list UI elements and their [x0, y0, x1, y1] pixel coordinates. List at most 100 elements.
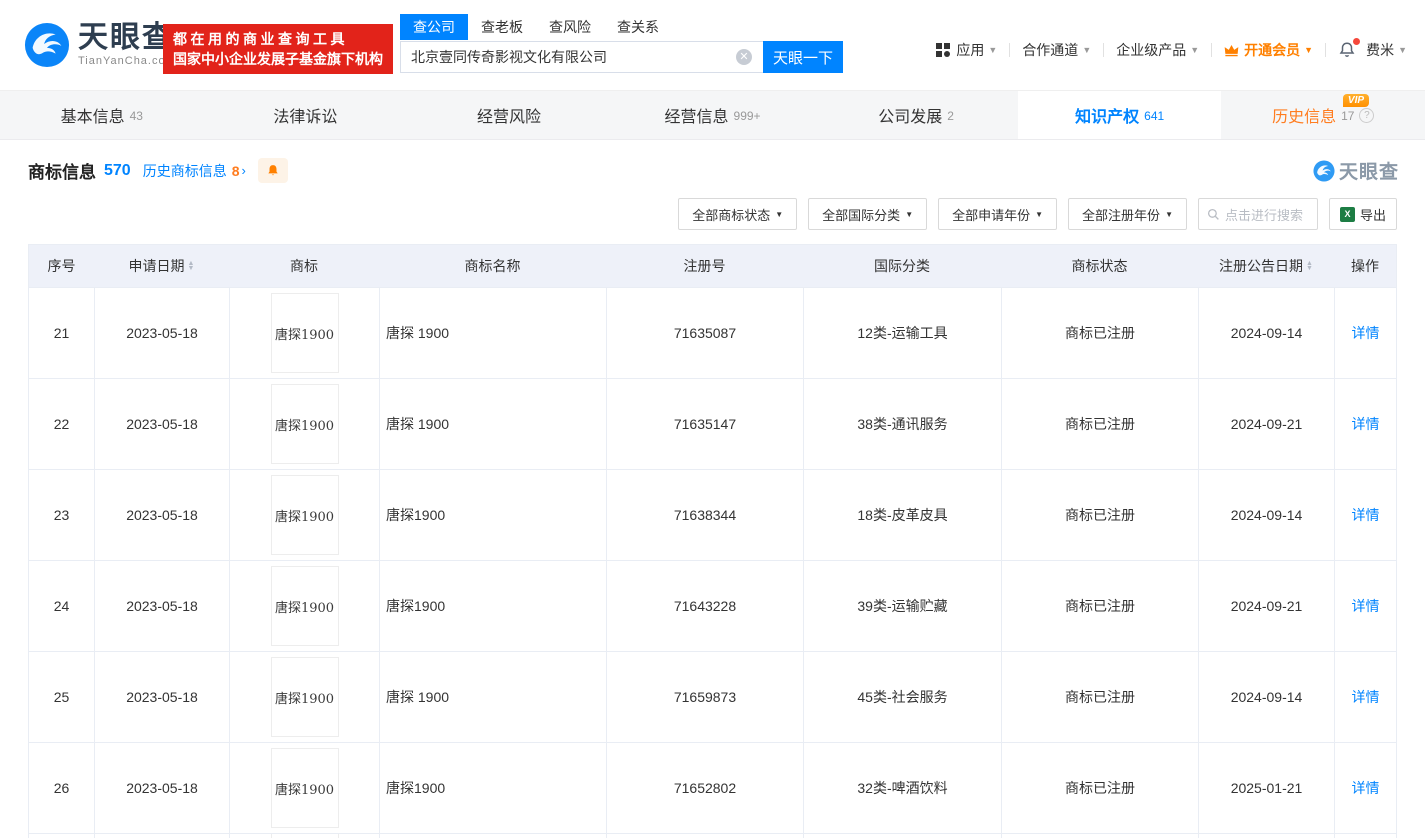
cell-pub-date: 2024-09-21: [1198, 561, 1334, 651]
monitor-bell-button[interactable]: [257, 158, 288, 183]
trademark-image[interactable]: 唐探1900: [270, 384, 339, 464]
trademark-image[interactable]: 唐探1900: [270, 657, 339, 737]
table-search-box[interactable]: 点击进行搜索: [1197, 198, 1318, 230]
menu-enterprise[interactable]: 企业级产品 ▼: [1116, 40, 1199, 60]
search-tab-risk[interactable]: 查风险: [536, 14, 604, 40]
filter-apply-year[interactable]: 全部申请年份 ▼: [938, 198, 1058, 230]
filter-toolbar: 全部商标状态 ▼ 全部国际分类 ▼ 全部申请年份 ▼ 全部注册年份 ▼ 点击进行…: [0, 194, 1425, 244]
col-reg-no: 注册号: [683, 258, 726, 274]
chevron-down-icon: ▼: [1165, 209, 1173, 219]
search-tab-relation[interactable]: 查关系: [604, 14, 672, 40]
cell-apply-date: 2023-05-18: [94, 561, 229, 651]
cell-index: 24: [53, 598, 70, 614]
cell-action: 详情: [1334, 743, 1396, 833]
trademark-image[interactable]: 唐探1900: [270, 475, 339, 555]
filter-label: 全部国际分类: [822, 207, 901, 223]
cell-mark-name: 唐探 1900: [379, 379, 606, 469]
tab-company-development[interactable]: 公司发展 2: [814, 91, 1018, 139]
chevron-down-icon: ▼: [1398, 45, 1407, 55]
search-tab-boss[interactable]: 查老板: [468, 14, 536, 40]
menu-vip-label: 开通会员: [1244, 42, 1301, 58]
export-button[interactable]: X 导出: [1328, 198, 1397, 230]
detail-link[interactable]: 详情: [1352, 505, 1380, 525]
tab-label: 法律诉讼: [273, 109, 338, 126]
tab-label: 经营风险: [476, 109, 541, 126]
trademark-image[interactable]: 唐探1900: [270, 566, 339, 646]
vip-badge: VIP: [1342, 94, 1370, 107]
cell-apply-date: 2023-05-18: [94, 288, 229, 378]
cell-action: 详情: [1334, 288, 1396, 378]
tab-count: 641: [1144, 109, 1165, 123]
logo-text: 天眼查 TianYanCha.com: [78, 23, 176, 68]
sort-icon[interactable]: ▲ ▼: [188, 260, 195, 272]
tab-basic-info[interactable]: 基本信息 43: [0, 91, 204, 139]
tab-legal-proceedings[interactable]: 法律诉讼: [204, 91, 408, 139]
filter-label: 全部商标状态: [692, 207, 771, 223]
tab-count: 17: [1341, 109, 1355, 123]
company-nav-tabs: 基本信息 43 法律诉讼 经营风险 经营信息 999+ 公司发展 2 知识产权 …: [0, 90, 1425, 140]
menu-divider: [1103, 43, 1105, 57]
tab-operation-info[interactable]: 经营信息 999+: [611, 91, 815, 139]
cell-reg-no: 71635087: [606, 288, 803, 378]
chevron-down-icon: ▼: [775, 209, 784, 219]
cell-apply-date: 2023-05-18: [94, 470, 229, 560]
col-apply-date[interactable]: 申请日期 ▲ ▼: [94, 245, 229, 287]
filter-intl-class[interactable]: 全部国际分类 ▼: [808, 198, 928, 230]
menu-partner[interactable]: 合作通道 ▼: [1022, 40, 1091, 60]
section-title: 商标信息: [28, 163, 96, 182]
cell-action: 详情: [1334, 470, 1396, 560]
chevron-down-icon: ▼: [1304, 45, 1314, 55]
detail-link[interactable]: 详情: [1352, 778, 1380, 798]
clear-search-icon[interactable]: ✕: [736, 49, 752, 65]
export-label: 导出: [1359, 207, 1386, 223]
tab-label: 知识产权: [1075, 109, 1140, 126]
menu-partner-label: 合作通道: [1022, 42, 1079, 58]
cell-status: 商标已注册: [1001, 561, 1198, 651]
cell-mark-name: 唐探1900: [379, 561, 606, 651]
table-row-partial: [29, 833, 1396, 838]
cell-apply-date: 2023-05-18: [94, 379, 229, 469]
cell-pub-date: 2024-09-14: [1198, 288, 1334, 378]
history-trademark-link[interactable]: 历史商标信息 8 ›: [143, 161, 246, 181]
cell-pub-date: 2024-09-21: [1198, 379, 1334, 469]
trademark-image[interactable]: 唐探1900: [270, 748, 339, 828]
tab-intellectual-property[interactable]: 知识产权 641: [1017, 91, 1222, 139]
detail-link[interactable]: 详情: [1352, 687, 1380, 707]
filter-trademark-status[interactable]: 全部商标状态 ▼: [678, 198, 798, 230]
cell-index: 25: [53, 689, 70, 705]
user-name: 费米: [1366, 42, 1395, 58]
filter-register-year[interactable]: 全部注册年份 ▼: [1068, 198, 1187, 230]
sort-icon[interactable]: ▲ ▼: [1306, 260, 1313, 272]
detail-link[interactable]: 详情: [1352, 414, 1380, 434]
tianyancha-logo[interactable]: 天眼查 TianYanCha.com: [24, 22, 176, 68]
table-header-row: 序号 申请日期 ▲ ▼ 商标 商标名称 注册号 国际分类 商标状态 注册公告日期 …: [29, 245, 1396, 287]
cell-index: 23: [53, 507, 70, 523]
notification-bell-icon[interactable]: [1338, 38, 1361, 59]
search-button[interactable]: 天眼一下: [763, 41, 843, 73]
menu-apps[interactable]: 应用 ▼: [936, 40, 997, 60]
search-placeholder: 点击进行搜索: [1224, 207, 1303, 223]
menu-open-vip[interactable]: 开通会员 ▼: [1224, 40, 1313, 60]
filter-label: 全部注册年份: [1082, 207, 1161, 223]
detail-link[interactable]: 详情: [1352, 323, 1380, 343]
crown-icon: [1224, 44, 1239, 57]
trademark-image[interactable]: [270, 834, 339, 838]
help-question-icon[interactable]: ?: [1359, 107, 1375, 123]
tab-history-info[interactable]: VIP 历史信息 17 ?: [1221, 91, 1425, 139]
search-tab-company[interactable]: 查公司: [400, 14, 468, 40]
slogan-line1: 都在用的商业查询工具: [173, 31, 348, 47]
col-index: 序号: [47, 258, 76, 274]
search-tabs: 查公司 查老板 查风险 查关系: [400, 14, 843, 40]
company-search-input[interactable]: [400, 41, 763, 73]
tab-operation-risk[interactable]: 经营风险: [407, 91, 611, 139]
menu-user[interactable]: 费米 ▼: [1366, 40, 1407, 60]
detail-link[interactable]: 详情: [1352, 596, 1380, 616]
trademark-image[interactable]: 唐探1900: [270, 293, 339, 373]
cell-intl-class: 39类-运输贮藏: [803, 561, 1001, 651]
notification-dot: [1353, 38, 1361, 45]
col-pub-date[interactable]: 注册公告日期 ▲ ▼: [1198, 245, 1334, 287]
chevron-down-icon: ▼: [1082, 45, 1092, 55]
cell-action: 详情: [1334, 561, 1396, 651]
table-row: 23 2023-05-18 唐探1900 唐探1900 71638344 18类…: [29, 469, 1396, 560]
cell-action: 详情: [1334, 379, 1396, 469]
